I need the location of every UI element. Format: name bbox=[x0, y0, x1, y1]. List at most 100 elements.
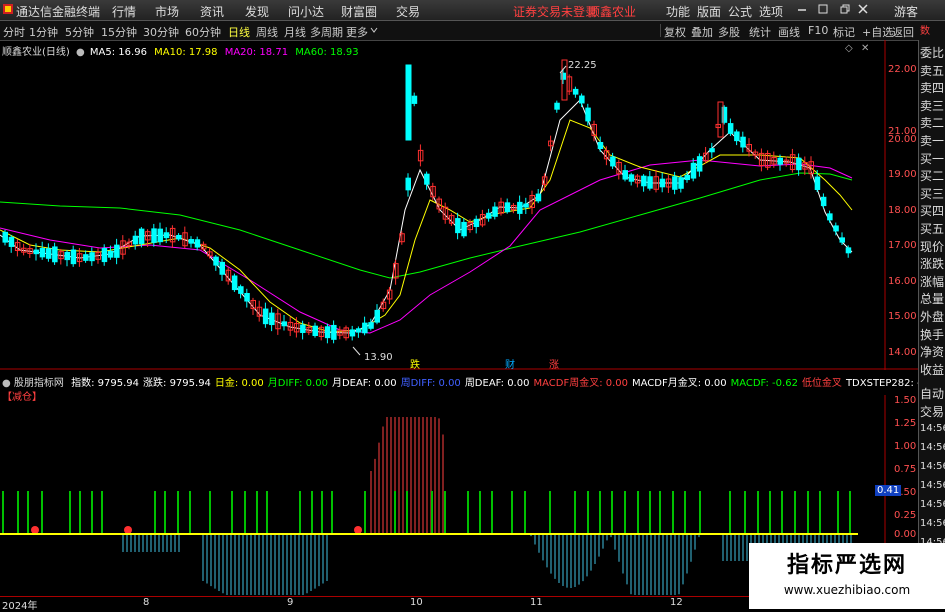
quote-row-label: 买三 bbox=[920, 186, 945, 201]
indicator-value: 低位金叉 bbox=[801, 378, 842, 389]
quote-row-label: 卖三 bbox=[920, 98, 945, 113]
candle bbox=[262, 308, 269, 325]
candle bbox=[70, 249, 77, 265]
menu-gongshi[interactable]: 公式 bbox=[728, 3, 752, 20]
menu-wenxiaoda[interactable]: 问小达 bbox=[288, 3, 324, 20]
trade-time: 14:56 bbox=[920, 480, 945, 491]
tool-tongji[interactable]: 统计 bbox=[749, 24, 771, 40]
candle bbox=[839, 237, 845, 243]
candle bbox=[517, 201, 523, 214]
indicator-value: MACDF月金叉: 0.00 bbox=[632, 378, 727, 389]
tool-biaoji[interactable]: 标记 bbox=[833, 24, 855, 40]
period-button[interactable]: 周线 bbox=[256, 24, 278, 40]
period-button[interactable]: 月线 bbox=[284, 24, 306, 40]
indicator-value: 指数: 9795.94 bbox=[71, 378, 140, 389]
candle bbox=[678, 177, 684, 189]
chevron-down-icon[interactable] bbox=[370, 24, 378, 37]
price-tick: 15.00 bbox=[888, 311, 917, 322]
quote-row-label: 卖二 bbox=[920, 116, 945, 131]
candle bbox=[659, 178, 666, 188]
date-label: 12 bbox=[670, 597, 683, 608]
auto-button[interactable]: 自动 bbox=[920, 385, 944, 402]
menu-faxian[interactable]: 发现 bbox=[245, 3, 269, 20]
watermark-url: www.xuezhibiao.com bbox=[783, 583, 911, 597]
quote-row-label: 收益 bbox=[920, 362, 945, 377]
ind-tick: 0.75 bbox=[894, 464, 917, 475]
candle bbox=[188, 239, 194, 244]
signal-die: 跌 bbox=[410, 358, 420, 370]
period-button[interactable]: 5分钟 bbox=[65, 24, 94, 40]
candle bbox=[219, 261, 225, 275]
app-title: 通达信金融终端 bbox=[16, 5, 101, 19]
price-tick: 17.00 bbox=[888, 240, 917, 251]
period-button[interactable]: 15分钟 bbox=[101, 24, 137, 40]
restore-icon[interactable] bbox=[840, 3, 850, 17]
maximize-icon[interactable] bbox=[818, 3, 828, 17]
date-label: 10 bbox=[410, 597, 423, 608]
candle bbox=[33, 249, 39, 255]
tool-fuquan[interactable]: 复权 bbox=[664, 24, 686, 40]
candle bbox=[647, 176, 653, 189]
candle bbox=[641, 175, 647, 187]
candle bbox=[504, 202, 511, 213]
minimize-icon[interactable] bbox=[797, 3, 807, 17]
candle bbox=[331, 324, 337, 340]
candle bbox=[163, 232, 170, 239]
quote-row-label: 卖五 bbox=[920, 63, 945, 78]
candle bbox=[269, 312, 275, 326]
ma60-line bbox=[0, 172, 853, 279]
candle bbox=[312, 325, 318, 336]
tool-back[interactable]: 返回 bbox=[892, 24, 914, 40]
menu-banmian[interactable]: 版面 bbox=[697, 3, 721, 20]
candle bbox=[684, 174, 690, 181]
menu-gongneng[interactable]: 功能 bbox=[666, 3, 690, 20]
candle bbox=[461, 221, 467, 237]
period-button[interactable]: 分时 bbox=[3, 24, 25, 40]
tool-f10[interactable]: F10 bbox=[808, 24, 828, 37]
price-axis: 22.00 21.00 20.00 19.00 18.00 17.00 16.0… bbox=[886, 40, 917, 370]
candle bbox=[89, 252, 95, 262]
period-button[interactable]: 60分钟 bbox=[185, 24, 221, 40]
trade-time: 14:56 bbox=[920, 442, 945, 453]
period-toolbar: 分时 1分钟 5分钟 15分钟 30分钟 60分钟 日线 周线 月线 多周期 更… bbox=[0, 21, 945, 41]
candle bbox=[455, 218, 461, 234]
tool-diejia[interactable]: 叠加 bbox=[691, 24, 713, 40]
candle bbox=[845, 247, 852, 254]
candle bbox=[45, 248, 52, 259]
user-guest[interactable]: 游客 bbox=[894, 3, 918, 20]
candle bbox=[709, 148, 715, 153]
candle bbox=[777, 157, 783, 165]
menu-hangqing[interactable]: 行情 bbox=[112, 3, 136, 20]
menu-shichang[interactable]: 市场 bbox=[155, 3, 179, 20]
candle bbox=[405, 177, 411, 191]
indicator-value: 周DIFF: 0.00 bbox=[400, 378, 461, 389]
candlestick-chart[interactable]: 22.25 13.90 跌 财 涨 bbox=[0, 40, 918, 370]
login-status[interactable]: 证券交易未登录 bbox=[513, 3, 597, 20]
buy-signal-marker bbox=[31, 526, 39, 534]
menu-jiaoyi[interactable]: 交易 bbox=[396, 3, 420, 20]
close-window-icon[interactable] bbox=[858, 3, 868, 17]
trade-button[interactable]: 交易 bbox=[920, 403, 944, 420]
period-button-more[interactable]: 更多 bbox=[346, 24, 368, 40]
candle bbox=[696, 156, 703, 172]
quote-side-panel: 数 委比 卖五 卖四 卖三 卖二 卖一 买一 买二 买三 买四 买五 现价 涨跌 涨幅 总量 外盘 换手 净资 收益… bbox=[918, 26, 945, 609]
candle bbox=[349, 329, 356, 337]
quote-row-label: 外盘 bbox=[920, 310, 945, 324]
period-button-active[interactable]: 日线 bbox=[228, 24, 250, 40]
menu-xuanxiang[interactable]: 选项 bbox=[759, 3, 783, 20]
quote-row-label: 卖一 bbox=[920, 134, 945, 148]
candle bbox=[52, 246, 58, 263]
candle bbox=[138, 228, 145, 245]
tool-huaxian[interactable]: 画线 bbox=[778, 24, 800, 40]
indicator-value: 月DIFF: 0.00 bbox=[267, 378, 328, 389]
ind-tick: 1.50 bbox=[894, 395, 917, 406]
menu-caifuquan[interactable]: 财富圈 bbox=[341, 3, 377, 20]
tool-add-favorite[interactable]: +自选 bbox=[862, 24, 893, 40]
menu-zixun[interactable]: 资讯 bbox=[200, 3, 224, 20]
price-tick: 19.00 bbox=[888, 169, 917, 180]
period-button[interactable]: 30分钟 bbox=[143, 24, 179, 40]
period-button[interactable]: 1分钟 bbox=[29, 24, 58, 40]
candle bbox=[535, 193, 542, 202]
period-button[interactable]: 多周期 bbox=[310, 24, 343, 40]
tool-duogu[interactable]: 多股 bbox=[718, 24, 740, 40]
